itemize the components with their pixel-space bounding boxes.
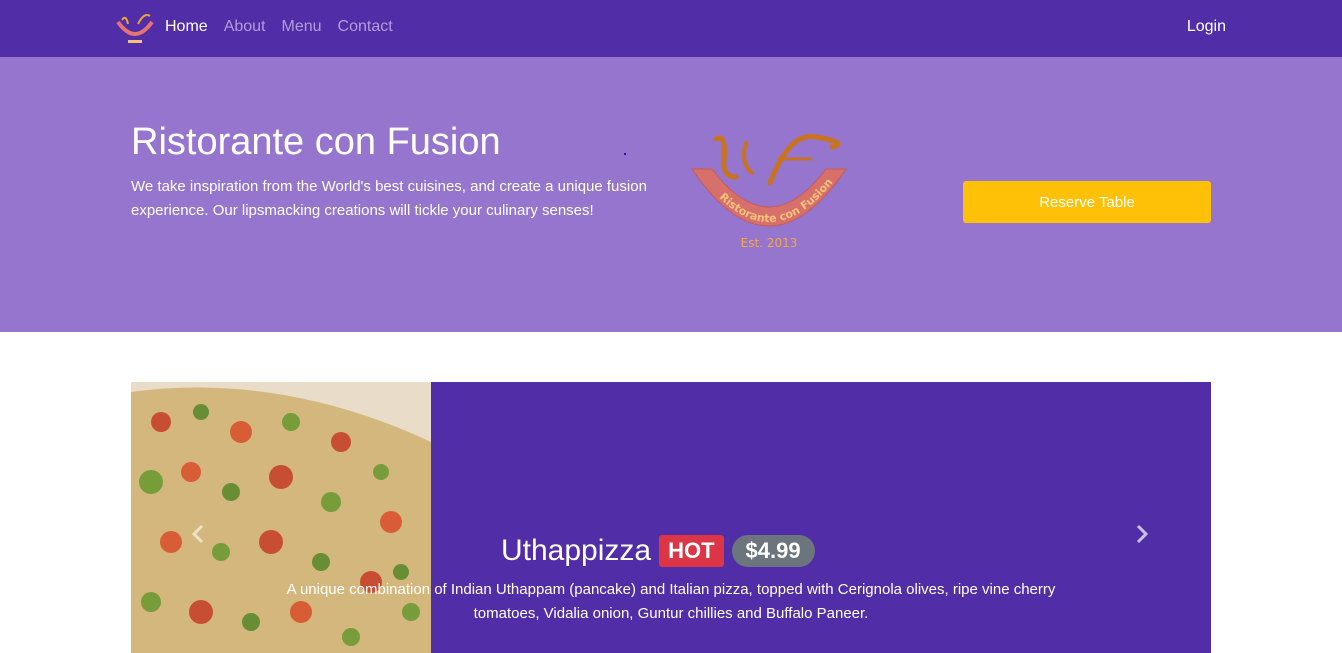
hero-logo-icon: Ristorante con Fusion Est. 2013 (691, 133, 847, 250)
navbar: Home About Menu Contact Login (0, 0, 1342, 57)
dish-description: A unique combination of Indian Uthappam … (286, 581, 1056, 622)
restaurant-logo-icon[interactable] (114, 12, 156, 46)
intro-text: We take inspiration from the World's bes… (131, 178, 647, 219)
nav-home-link[interactable]: Home (165, 18, 208, 36)
carousel-prev-control[interactable] (187, 522, 211, 546)
dish-heading: Uthappizza HOT $4.99 (501, 534, 815, 568)
price-badge: $4.99 (731, 535, 815, 567)
hero-logo-est: Est. 2013 (741, 236, 798, 250)
page-title: Ristorante con Fusion (131, 121, 501, 163)
reserve-table-button[interactable]: Reserve Table (963, 181, 1211, 223)
featured-carousel: Uthappizza HOT $4.99 A unique combinatio… (131, 382, 1211, 653)
nav-links: Home About Menu Contact (165, 18, 393, 36)
jumbotron: Ristorante con Fusion We take inspiratio… (0, 57, 1342, 332)
chevron-left-icon (191, 524, 204, 544)
carousel-next-control[interactable] (1129, 522, 1153, 546)
chevron-right-icon (1136, 524, 1149, 544)
login-button[interactable]: Login (1187, 18, 1226, 36)
decorative-dot (624, 153, 626, 155)
dish-name: Uthappizza (501, 534, 652, 567)
nav-menu-link[interactable]: Menu (282, 18, 322, 36)
nav-about-link[interactable]: About (224, 18, 266, 36)
nav-contact-link[interactable]: Contact (338, 18, 393, 36)
hot-badge: HOT (659, 535, 724, 567)
